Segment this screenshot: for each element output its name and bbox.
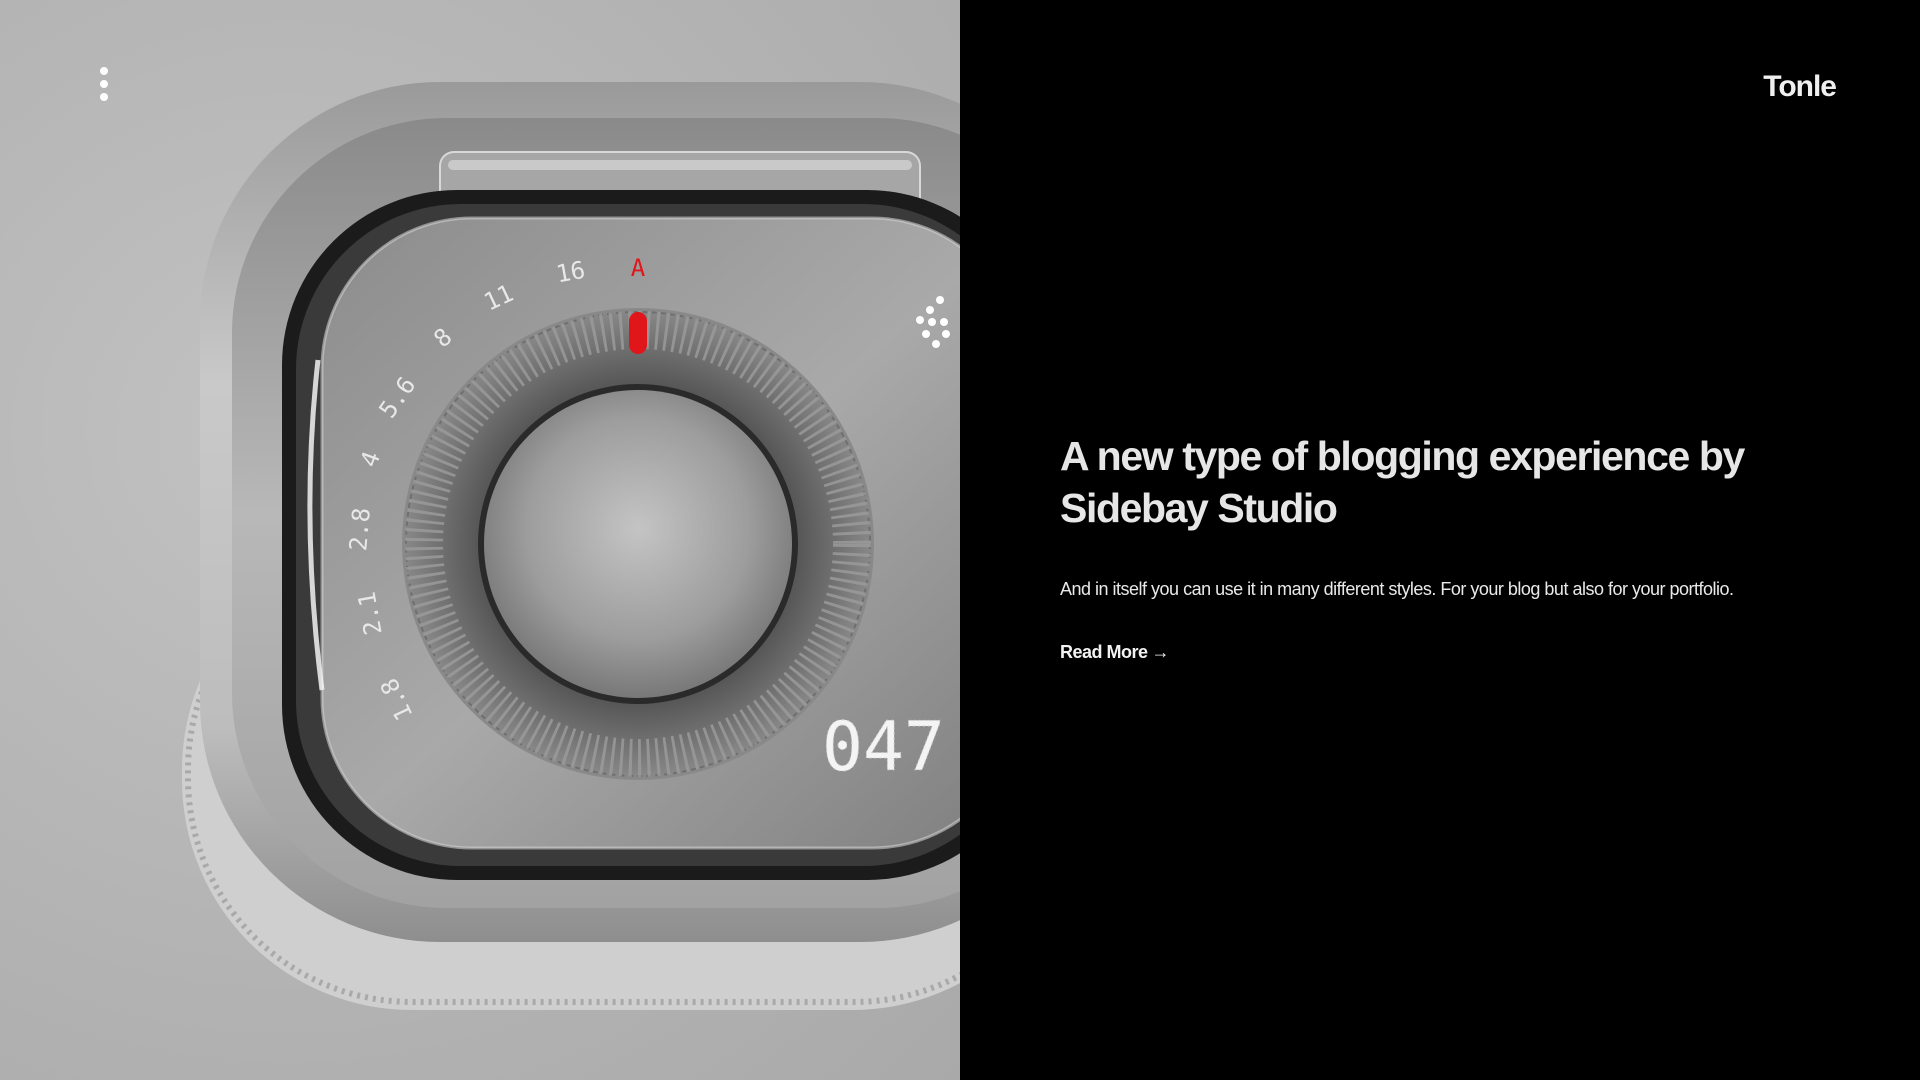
aperture-label: 16	[554, 256, 587, 289]
post-description: And in itself you can use it in many dif…	[1060, 579, 1734, 599]
menu-button[interactable]	[92, 60, 116, 108]
arrow-right-icon: →	[1151, 642, 1170, 662]
read-more-label: Read More	[1060, 642, 1148, 662]
vertical-dots-icon	[100, 67, 108, 75]
camera-illustration: 1.8 2.1 2.8 4 5.6 8 11 16 A 047	[182, 82, 960, 1010]
post-content: A new type of blogging experience by Sid…	[1060, 430, 1800, 663]
display-readout: 047	[822, 708, 945, 787]
vertical-dots-icon	[100, 80, 108, 88]
content-panel: Tonle A new type of blogging experience …	[960, 0, 1920, 1080]
brand-logo[interactable]: Tonle	[1763, 70, 1837, 104]
hero-image: 1.8 2.1 2.8 4 5.6 8 11 16 A 047	[0, 0, 960, 1080]
aperture-label-auto: A	[631, 254, 646, 282]
page: 1.8 2.1 2.8 4 5.6 8 11 16 A 047 Tonle A …	[0, 0, 1920, 1080]
read-more-link[interactable]: Read More →	[1060, 642, 1170, 663]
red-indicator	[629, 312, 647, 354]
post-headline: A new type of blogging experience by Sid…	[1060, 433, 1745, 531]
vertical-dots-icon	[100, 93, 108, 101]
aperture-label: 2.8	[344, 506, 376, 552]
